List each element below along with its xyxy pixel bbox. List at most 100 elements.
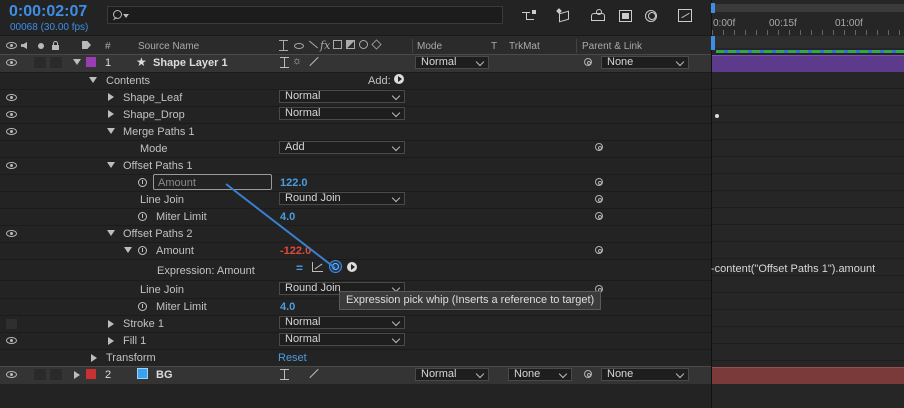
offset-paths-2-expand-icon[interactable] — [107, 230, 115, 236]
bg-expand-icon[interactable] — [74, 371, 80, 379]
shape-drop-expand-icon[interactable] — [108, 110, 114, 118]
fill-expand-icon[interactable] — [108, 337, 114, 345]
layer-name[interactable]: Shape Layer 1 — [153, 57, 228, 70]
bg-layer-duration-bar[interactable] — [712, 367, 904, 384]
contents-label: Contents — [106, 75, 151, 87]
shape-leaf-mode-dropdown[interactable]: Normal — [279, 90, 405, 103]
search-input[interactable] — [132, 8, 496, 24]
layer-label-color[interactable] — [86, 57, 96, 67]
stroke-label[interactable]: Stroke 1 — [123, 318, 164, 331]
column-parent-link-header[interactable]: Parent & Link — [582, 40, 642, 53]
bg-parent-dropdown[interactable]: None — [601, 368, 689, 381]
bg-label-color[interactable] — [86, 369, 96, 379]
layer-visibility-eye-icon[interactable] — [6, 59, 17, 66]
search-field[interactable] — [107, 6, 503, 24]
column-source-name-header[interactable]: Source Name — [138, 40, 199, 53]
stopwatch-icon[interactable] — [138, 178, 147, 187]
shape-leaf-label[interactable]: Shape_Leaf — [123, 92, 182, 105]
column-trkmat-header[interactable]: TrkMat — [509, 40, 540, 53]
shy-layers-icon[interactable] — [591, 9, 606, 23]
time-navigator-bar[interactable] — [712, 4, 904, 12]
motion-blur-icon[interactable] — [645, 9, 660, 23]
offset-1-miter-label: Miter Limit — [156, 211, 207, 223]
add-menu-arrow-icon[interactable] — [394, 74, 404, 84]
transform-reset-link[interactable]: Reset — [278, 352, 307, 365]
merge-mode-pick-whip-icon[interactable] — [595, 143, 603, 151]
fill-label[interactable]: Fill 1 — [123, 335, 146, 348]
parent-pick-whip-icon[interactable] — [584, 58, 592, 66]
merge-paths-label[interactable]: Merge Paths 1 — [123, 126, 195, 139]
bg-mode-dropdown[interactable]: Normal — [415, 368, 489, 381]
shape-drop-mode-dropdown[interactable]: Normal — [279, 107, 405, 120]
offset-paths-2-label[interactable]: Offset Paths 2 — [123, 228, 193, 241]
expression-text[interactable]: -content("Offset Paths 1").amount — [711, 263, 875, 276]
composition-flowchart-icon[interactable] — [522, 9, 537, 23]
bg-layer-name[interactable]: BG — [156, 369, 173, 382]
merge-mode-dropdown[interactable]: Add — [279, 141, 405, 154]
bg-solo-box[interactable] — [34, 369, 46, 380]
column-mode-header[interactable]: Mode — [417, 40, 442, 53]
bg-shy-switch-stem — [284, 369, 285, 379]
solo-box[interactable] — [34, 57, 46, 68]
stopwatch-icon[interactable] — [138, 246, 147, 255]
time-navigator-start-handle[interactable] — [711, 3, 715, 13]
stopwatch-icon[interactable] — [138, 302, 147, 311]
stroke-mode-dropdown[interactable]: Normal — [279, 316, 405, 329]
shape-layer-duration-bar[interactable] — [712, 55, 904, 72]
video-column-eye-icon[interactable] — [6, 42, 17, 49]
contents-expand-icon[interactable] — [89, 77, 97, 83]
graph-editor-icon[interactable] — [678, 9, 693, 23]
transform-label[interactable]: Transform — [106, 352, 156, 365]
offset-paths-1-label[interactable]: Offset Paths 1 — [123, 160, 193, 173]
current-time-indicator[interactable] — [711, 36, 715, 50]
parent-dropdown[interactable]: None — [601, 56, 689, 69]
shape-leaf-expand-icon[interactable] — [108, 93, 114, 101]
ruler-label-0: 0:00f — [713, 18, 736, 29]
bg-lock-box[interactable] — [50, 369, 62, 380]
offset-2-amount-pick-whip-icon[interactable] — [595, 246, 603, 254]
offset-1-amount-label: Amount — [158, 177, 196, 189]
fill-mode-dropdown[interactable]: Normal — [279, 333, 405, 346]
lock-column-icon[interactable] — [52, 41, 59, 50]
layer-expand-toggle-icon[interactable] — [73, 59, 81, 65]
keyframe-dot[interactable] — [715, 114, 719, 118]
frame-blending-icon[interactable] — [619, 9, 634, 23]
offset-2-amount-expand-icon[interactable] — [124, 247, 132, 253]
pick-whip-tooltip: Expression pick whip (Inserts a referenc… — [339, 291, 602, 310]
work-area-bar[interactable] — [712, 36, 904, 48]
switches-column-icons: fx — [279, 39, 401, 52]
transform-expand-icon[interactable] — [91, 354, 97, 362]
offset-1-line-join-label: Line Join — [140, 194, 185, 206]
offset-paths-1-eye-icon[interactable] — [6, 162, 17, 169]
lock-box[interactable] — [50, 57, 62, 68]
offset-paths-1-expand-icon[interactable] — [107, 162, 115, 168]
shape-drop-label[interactable]: Shape_Drop — [123, 109, 185, 122]
bg-trkmat-dropdown[interactable]: None — [508, 368, 572, 381]
add-menu-label[interactable]: Add: — [368, 75, 391, 88]
column-separator — [576, 39, 577, 53]
stroke-expand-icon[interactable] — [108, 320, 114, 328]
shape-drop-eye-icon[interactable] — [6, 111, 17, 118]
offset-2-amount-label: Amount — [156, 245, 194, 257]
offset-1-line-join-pick-whip-icon[interactable] — [595, 195, 603, 203]
offset-1-miter-pick-whip-icon[interactable] — [595, 212, 603, 220]
bg-layer-number: 2 — [105, 369, 112, 381]
bg-visibility-eye-icon[interactable] — [6, 371, 17, 378]
solo-column-icon[interactable] — [38, 43, 44, 49]
shape-layer-star-icon: ★ — [136, 55, 147, 69]
merge-paths-expand-icon[interactable] — [107, 128, 115, 134]
continuous-rasterize-switch-icon[interactable]: ☼ — [292, 55, 302, 68]
offset-2-miter-value[interactable]: 4.0 — [280, 301, 295, 314]
bg-parent-pick-whip-icon[interactable] — [584, 370, 592, 378]
cached-frames-indicator — [716, 50, 904, 53]
layer-mode-dropdown[interactable]: Normal — [415, 56, 489, 69]
fill-eye-icon[interactable] — [6, 337, 17, 344]
offset-paths-2-eye-icon[interactable] — [6, 230, 17, 237]
merge-paths-eye-icon[interactable] — [6, 128, 17, 135]
shape-leaf-eye-icon[interactable] — [6, 94, 17, 101]
stroke-visibility-box[interactable] — [6, 319, 17, 329]
draft-3d-icon[interactable] — [556, 8, 572, 23]
current-time-display[interactable]: 0:00:02:07 — [9, 3, 87, 21]
offset-1-amount-pick-whip-icon[interactable] — [595, 178, 603, 186]
stopwatch-icon[interactable] — [138, 212, 147, 221]
